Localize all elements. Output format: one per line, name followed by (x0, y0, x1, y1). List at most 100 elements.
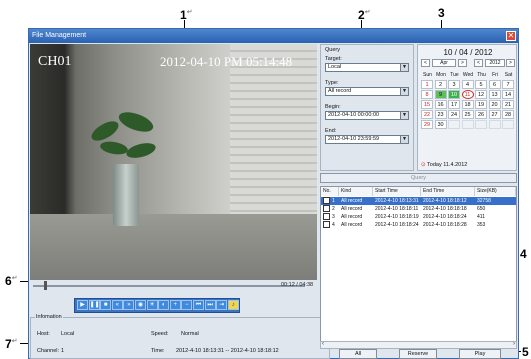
calendar-day[interactable]: 2 (434, 80, 447, 89)
pause-icon[interactable]: ❚❚ (88, 300, 100, 310)
column-header[interactable]: End Time (421, 187, 475, 196)
calendar-day[interactable]: 26 (475, 110, 487, 119)
calendar-day[interactable]: 13 (488, 90, 501, 99)
calendar-day[interactable]: 4 (461, 80, 474, 89)
seek-handle[interactable] (43, 281, 47, 290)
next-icon[interactable]: ⏭ (204, 300, 216, 310)
seek-bar[interactable] (33, 285, 305, 287)
slow-icon[interactable]: « (111, 300, 123, 310)
calendar-day[interactable]: 25 (461, 110, 474, 119)
calendar-day (488, 120, 501, 129)
video-frame-leaf (116, 108, 156, 136)
volume-icon[interactable]: ♪ (227, 300, 239, 310)
calendar-day[interactable]: 23 (434, 110, 447, 119)
step-icon[interactable]: ⇥ (216, 300, 228, 310)
year-display[interactable]: 2012 (485, 59, 505, 67)
calendar-day[interactable]: 11 (461, 90, 474, 99)
begin-datetime-field[interactable]: 2012-04-10 00:00:00 ▼ (325, 111, 409, 120)
row-checkbox[interactable] (323, 205, 330, 213)
calendar-day[interactable]: 17 (448, 100, 460, 109)
prev-year-button[interactable]: < (474, 59, 483, 67)
prev-month-button[interactable]: < (421, 59, 430, 67)
table-cell: 2012-4-10 18:13:31 (375, 198, 419, 204)
calendar-day[interactable]: 20 (488, 100, 501, 109)
contrast-icon[interactable]: ◐ (158, 300, 170, 310)
brightness-icon[interactable]: ☀ (146, 300, 158, 310)
horizontal-scrollbar[interactable]: ‹ › (320, 341, 517, 349)
calendar-day[interactable]: 1 (421, 80, 433, 89)
video-frame-vase (113, 164, 139, 226)
calendar-day[interactable]: 7 (502, 80, 514, 89)
row-checkbox[interactable] (323, 197, 330, 205)
zoom-out-icon[interactable]: − (181, 300, 193, 310)
table-row[interactable]: 2 All record 2012-4-10 18:18:11 2012-4-10 1… (321, 205, 516, 213)
query-button[interactable]: Query (320, 173, 517, 183)
calendar-day[interactable]: 19 (475, 100, 487, 109)
column-header[interactable]: No. (321, 187, 339, 196)
next-month-button[interactable]: > (458, 59, 467, 67)
stop-icon[interactable]: ■ (100, 300, 112, 310)
time-value: 2012-4-10 18:13:31 -- 2012-4-10 18:18:12 (176, 348, 279, 354)
snapshot-icon[interactable]: ◉ (135, 300, 146, 310)
table-row[interactable]: 3 All record 2012-4-10 18:18:19 2012-4-10 1… (321, 213, 516, 221)
calendar-day[interactable]: 12 (475, 90, 487, 99)
scroll-left-icon[interactable]: ‹ (322, 341, 324, 347)
calendar-day[interactable]: 18 (461, 100, 474, 109)
close-icon[interactable]: ✕ (506, 31, 516, 41)
table-cell: 2012-4-10 18:18:28 (423, 222, 467, 228)
calendar-day[interactable]: 16 (434, 100, 447, 109)
end-datetime-field[interactable]: 2012-04-10 23:59:59 ▼ (325, 135, 409, 144)
calendar-day[interactable]: 24 (448, 110, 460, 119)
calendar-day[interactable]: 15 (421, 100, 433, 109)
column-header[interactable]: Kind (339, 187, 373, 196)
play-icon[interactable]: ▶ (77, 300, 88, 310)
calendar-day[interactable]: 30 (434, 120, 447, 129)
weekday-label: Sat (504, 72, 513, 78)
calendar-day[interactable]: 3 (448, 80, 460, 89)
prev-icon[interactable]: ⏮ (193, 300, 204, 310)
target-select[interactable]: Local ▼ (325, 63, 409, 72)
calendar-day[interactable]: 14 (502, 90, 514, 99)
row-checkbox[interactable] (323, 221, 330, 229)
target-label: Target: (325, 56, 342, 62)
next-year-button[interactable]: > (506, 59, 515, 67)
chevron-down-icon[interactable]: ▼ (400, 88, 408, 95)
calendar-day[interactable]: 5 (475, 80, 487, 89)
weekday-label: Sun (423, 72, 432, 78)
annotation-3: 3 (438, 6, 445, 20)
calendar-day[interactable]: 8 (421, 90, 433, 99)
annotation-6: 6↵ (5, 274, 18, 288)
calendar-day[interactable]: 29 (421, 120, 433, 129)
begin-label: Begin: (325, 104, 341, 110)
type-select[interactable]: All record ▼ (325, 87, 409, 96)
title-bar[interactable]: File Management ✕ (29, 29, 518, 43)
all-button[interactable]: All (339, 349, 377, 359)
calendar-day[interactable]: 6 (488, 80, 501, 89)
column-header[interactable]: Start Time (373, 187, 421, 196)
column-header[interactable]: Size(KB) (475, 187, 516, 196)
table-row[interactable]: 1 All record 2012-4-10 18:13:31 2012-4-10 1… (321, 197, 516, 205)
reserve-button[interactable]: Reserve (399, 349, 437, 359)
chevron-down-icon[interactable]: ▼ (400, 64, 408, 71)
zoom-in-icon[interactable]: + (169, 300, 181, 310)
table-cell: 32758 (477, 198, 491, 204)
annotation-5: 5 (522, 345, 529, 359)
month-display[interactable]: Apr (432, 59, 456, 67)
calendar-day[interactable]: 22 (421, 110, 433, 119)
calendar-day[interactable]: 27 (488, 110, 501, 119)
calendar-day[interactable]: 21 (502, 100, 514, 109)
chevron-down-icon[interactable]: ▼ (400, 136, 408, 143)
video-playback-area[interactable]: CH01 2012-04-10 PM 05:14:48 (30, 44, 317, 280)
calendar-day[interactable]: 10 (448, 90, 460, 99)
calendar: 10 / 04 / 2012 < Apr > < 2012 > Sun Mon Tu… (417, 44, 517, 171)
chevron-down-icon[interactable]: ▼ (400, 112, 408, 119)
calendar-day[interactable]: 28 (502, 110, 514, 119)
weekday-label: Thu (477, 72, 486, 78)
today-link[interactable]: ⊙ Today 11.4.2012 (421, 162, 467, 168)
play-button[interactable]: Play (459, 349, 501, 359)
fast-icon[interactable]: » (123, 300, 135, 310)
table-row[interactable]: 4 All record 2012-4-10 18:18:24 2012-4-10 1… (321, 221, 516, 229)
calendar-day[interactable]: 9 (434, 90, 447, 99)
row-checkbox[interactable] (323, 213, 330, 221)
scroll-right-icon[interactable]: › (513, 341, 515, 347)
